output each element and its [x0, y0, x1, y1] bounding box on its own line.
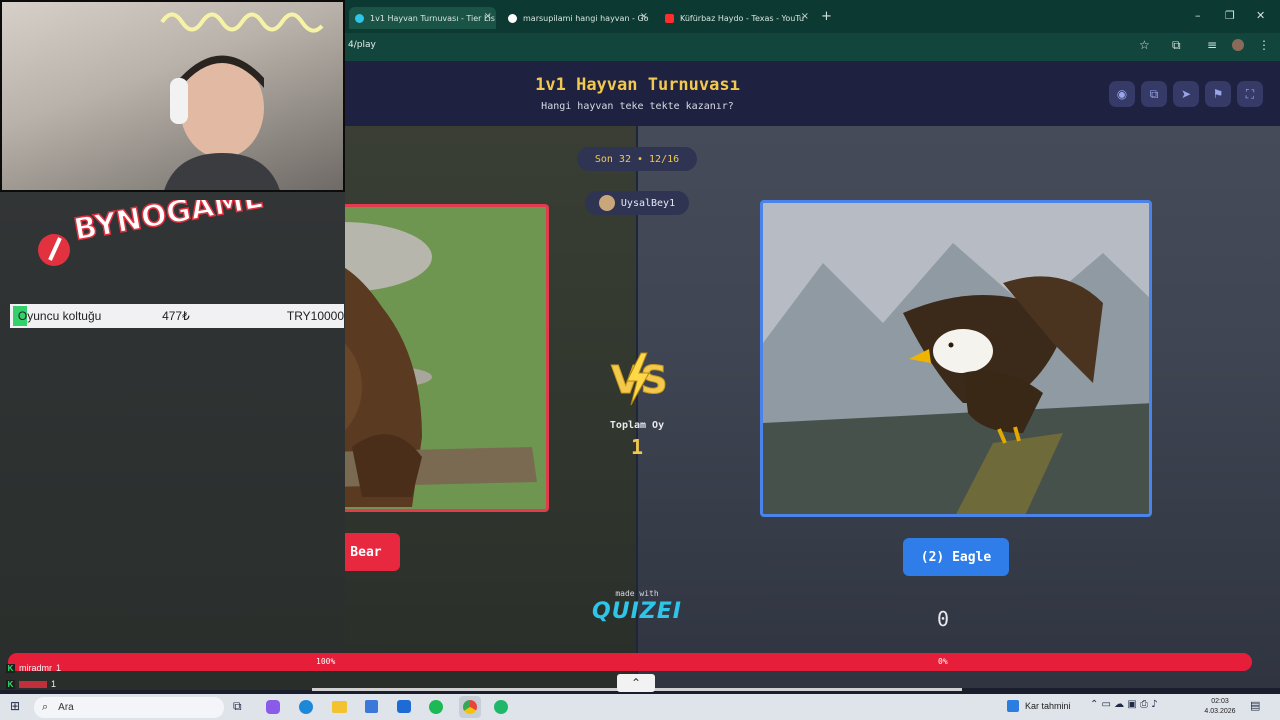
user-badge: UysalBey1 — [585, 191, 689, 215]
minimize-button[interactable]: – — [1195, 9, 1201, 22]
tab-close-icon[interactable]: × — [801, 11, 809, 22]
extensions-icon[interactable]: ⧉ — [1172, 38, 1181, 53]
left-percent-label: 100% — [316, 657, 336, 666]
google-favicon-icon — [508, 13, 517, 23]
chat-user-redacted — [19, 680, 47, 688]
clock-time: 02:03 — [1211, 698, 1229, 705]
stake-overlay: Oyuncu koltuğu 477₺ TRY10000 — [10, 304, 344, 328]
youtube-favicon-icon — [665, 13, 674, 23]
edge-icon[interactable] — [299, 700, 313, 714]
star-icon[interactable]: ☆ — [1139, 38, 1150, 52]
menu-icon[interactable]: ⋮ — [1258, 38, 1270, 52]
page-title: 1v1 Hayvan Turnuvası — [535, 75, 740, 95]
tab-label: 1v1 Hayvan Turnuvası - Tier Lis — [370, 13, 495, 23]
url-text[interactable]: 4/play — [348, 40, 376, 50]
tab-close-icon[interactable]: × — [640, 11, 648, 22]
grizzly-bear-label: (1) Grizzly Bear — [345, 544, 382, 560]
eye-icon[interactable]: ◉ — [1109, 81, 1135, 107]
left-choice-card[interactable] — [345, 204, 549, 512]
vote-progress-bar — [8, 653, 1252, 671]
right-score: 0 — [937, 607, 950, 631]
total-votes-value: 1 — [630, 435, 644, 459]
total-votes-label: Toplam Oy — [609, 420, 665, 431]
taskbar-clock[interactable]: 02:03 4.03.2026 — [1198, 697, 1242, 717]
webcam-feed — [0, 0, 345, 192]
stake-seat-label: Oyuncu koltuğu — [17, 309, 102, 323]
tab-marsupilami[interactable]: marsupilami hangi hayvan - Go × — [502, 7, 652, 29]
tray-icons[interactable]: ⌃ ▭ ☁ ▣ ⎙ ♪ — [1090, 699, 1158, 710]
page-subtitle: Hangi hayvan teke tekte kazanır? — [541, 101, 734, 112]
spotify-icon[interactable] — [429, 700, 443, 714]
chrome-taskbar-button[interactable] — [459, 696, 481, 718]
eagle-label: (2) Eagle — [920, 549, 992, 565]
eagle-choice-button[interactable]: (2) Eagle — [903, 538, 1009, 576]
quizei-logo[interactable]: QUIZEI — [587, 599, 687, 624]
quiz-page: 1v1 Hayvan Turnuvası Hangi hayvan teke t… — [345, 61, 1280, 688]
chrome-icon — [463, 700, 477, 714]
eagle-image — [763, 203, 1149, 514]
round-badge: Son 32 • 12/16 — [577, 147, 697, 171]
weather-icon[interactable] — [1007, 700, 1019, 712]
share-icon[interactable]: ➤ — [1173, 81, 1199, 107]
avatar — [598, 195, 615, 211]
notifications-icon[interactable]: ▤ — [1250, 699, 1260, 712]
copilot-icon[interactable] — [266, 700, 280, 714]
close-window-button[interactable]: ✕ — [1256, 9, 1265, 22]
right-choice-card[interactable] — [760, 200, 1152, 517]
taskbar-search[interactable]: ⌕ Ara — [34, 697, 224, 718]
search-icon: ⌕ — [42, 701, 49, 713]
stake-count: 477₺ — [162, 309, 190, 323]
bynogame-text: BYNOGAME — [71, 200, 266, 248]
chat-count: 1 — [51, 679, 57, 689]
made-with-text: made with — [615, 589, 659, 598]
flag-icon[interactable]: ⚑ — [1205, 81, 1231, 107]
weather-text[interactable]: Kar tahmini — [1025, 701, 1071, 711]
profile-icon[interactable] — [1232, 39, 1244, 51]
maximize-button[interactable]: ❐ — [1225, 9, 1235, 22]
tab-label: Küfürbaz Haydo - Texas - YouTu — [680, 13, 805, 23]
username: UysalBey1 — [620, 197, 676, 209]
mail-icon[interactable] — [397, 700, 411, 713]
media-icon[interactable]: ≡ — [1207, 38, 1217, 52]
bynogame-overlay-logo: BYNOGAME — [38, 200, 267, 266]
stake-total: TRY10000 — [286, 309, 345, 323]
store-icon[interactable] — [365, 700, 378, 713]
scroll-up-button[interactable]: ⌃ — [617, 674, 655, 692]
tab-favicon-icon — [355, 13, 364, 23]
tab-close-icon[interactable]: × — [484, 11, 492, 22]
grizzly-bear-choice-button[interactable]: (1) Grizzly Bear — [345, 533, 400, 571]
chat-line: K 1 — [6, 679, 56, 689]
search-placeholder: Ara — [58, 702, 74, 713]
page-header: 1v1 Hayvan Turnuvası Hangi hayvan teke t… — [345, 61, 1280, 126]
chat-user: miradmr — [19, 663, 52, 673]
kick-icon: K — [6, 663, 15, 673]
file-explorer-icon[interactable] — [332, 701, 347, 713]
fullscreen-icon[interactable]: ⛶ — [1237, 81, 1263, 107]
vs-icon: VS — [611, 352, 667, 406]
whatsapp-icon[interactable] — [494, 700, 508, 714]
chat-count: 1 — [56, 663, 62, 673]
clock-date: 4.03.2026 — [1204, 708, 1236, 715]
tab-youtube[interactable]: Küfürbaz Haydo - Texas - YouTu × — [659, 7, 813, 29]
tab-label: marsupilami hangi hayvan - Go — [523, 13, 649, 23]
link-icon[interactable]: ⧉ — [1141, 81, 1167, 107]
tab-hayvan-turnuvasi[interactable]: 1v1 Hayvan Turnuvası - Tier Lis × — [349, 7, 496, 29]
chat-line: K miradmr 1 — [6, 663, 61, 673]
start-icon[interactable]: ⊞ — [10, 699, 20, 713]
right-percent-label: 0% — [938, 657, 948, 666]
new-tab-button[interactable]: + — [821, 9, 832, 24]
task-view-icon[interactable]: ⧉ — [233, 699, 242, 714]
grizzly-bear-image — [345, 207, 546, 509]
streamer-silhouette — [164, 55, 280, 190]
round-text: Son 32 • 12/16 — [594, 153, 680, 165]
kick-icon: K — [6, 679, 15, 689]
